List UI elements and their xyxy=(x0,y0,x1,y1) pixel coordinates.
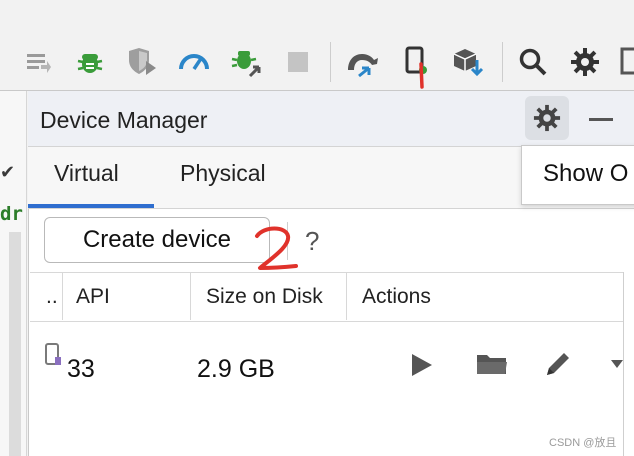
edit-pencil-icon[interactable] xyxy=(544,350,572,383)
watermark: CSDN @放且 xyxy=(549,437,617,449)
table-row[interactable] xyxy=(30,321,623,421)
column-separator xyxy=(346,272,347,320)
profiler-gauge-icon[interactable] xyxy=(176,44,212,80)
row-size: 2.9 GB xyxy=(197,355,275,383)
minimize-button[interactable] xyxy=(586,107,616,131)
launch-play-icon[interactable] xyxy=(408,352,434,383)
sdk-manager-icon[interactable] xyxy=(450,44,486,80)
scrollbar[interactable] xyxy=(9,232,21,456)
tab-selected-indicator xyxy=(28,204,154,208)
column-separator xyxy=(190,272,191,320)
stop-icon[interactable] xyxy=(280,44,316,80)
shield-run-icon[interactable] xyxy=(124,44,160,80)
format-icon[interactable] xyxy=(20,44,56,80)
gear-icon xyxy=(533,104,561,132)
popup-menu-item[interactable]: Show O xyxy=(543,160,628,188)
column-header-actions[interactable]: Actions xyxy=(362,285,431,309)
more-actions-chevron-icon[interactable] xyxy=(610,357,624,375)
bug-icon[interactable] xyxy=(72,44,108,80)
help-icon[interactable]: ? xyxy=(305,226,319,257)
toolbar-separator xyxy=(330,42,331,82)
search-icon[interactable] xyxy=(515,44,551,80)
main-toolbar xyxy=(0,0,634,91)
device-type-icon xyxy=(44,342,62,373)
column-header-type[interactable]: .. xyxy=(46,285,58,309)
table-header xyxy=(30,272,624,322)
annotation-mark-2: 2 xyxy=(252,224,300,279)
minimize-icon xyxy=(589,117,613,121)
toolbar-separator xyxy=(502,42,503,82)
column-separator xyxy=(62,272,63,320)
sync-gradle-icon[interactable] xyxy=(345,44,381,80)
window-icon[interactable] xyxy=(617,44,634,80)
create-device-button[interactable]: Create device xyxy=(44,217,270,263)
open-folder-icon[interactable] xyxy=(476,352,508,381)
column-header-api[interactable]: API xyxy=(76,285,110,309)
row-api: 33 xyxy=(67,355,95,383)
settings-icon[interactable] xyxy=(567,44,603,80)
panel-settings-button[interactable] xyxy=(525,96,569,140)
checkmark: ✔ xyxy=(0,162,16,182)
panel-title: Device Manager xyxy=(40,107,208,133)
column-header-size[interactable]: Size on Disk xyxy=(206,285,323,309)
code-fragment: dr xyxy=(0,203,23,225)
attach-debugger-icon[interactable] xyxy=(228,44,264,80)
tab-virtual[interactable]: Virtual xyxy=(54,160,119,187)
tab-physical[interactable]: Physical xyxy=(180,160,266,187)
